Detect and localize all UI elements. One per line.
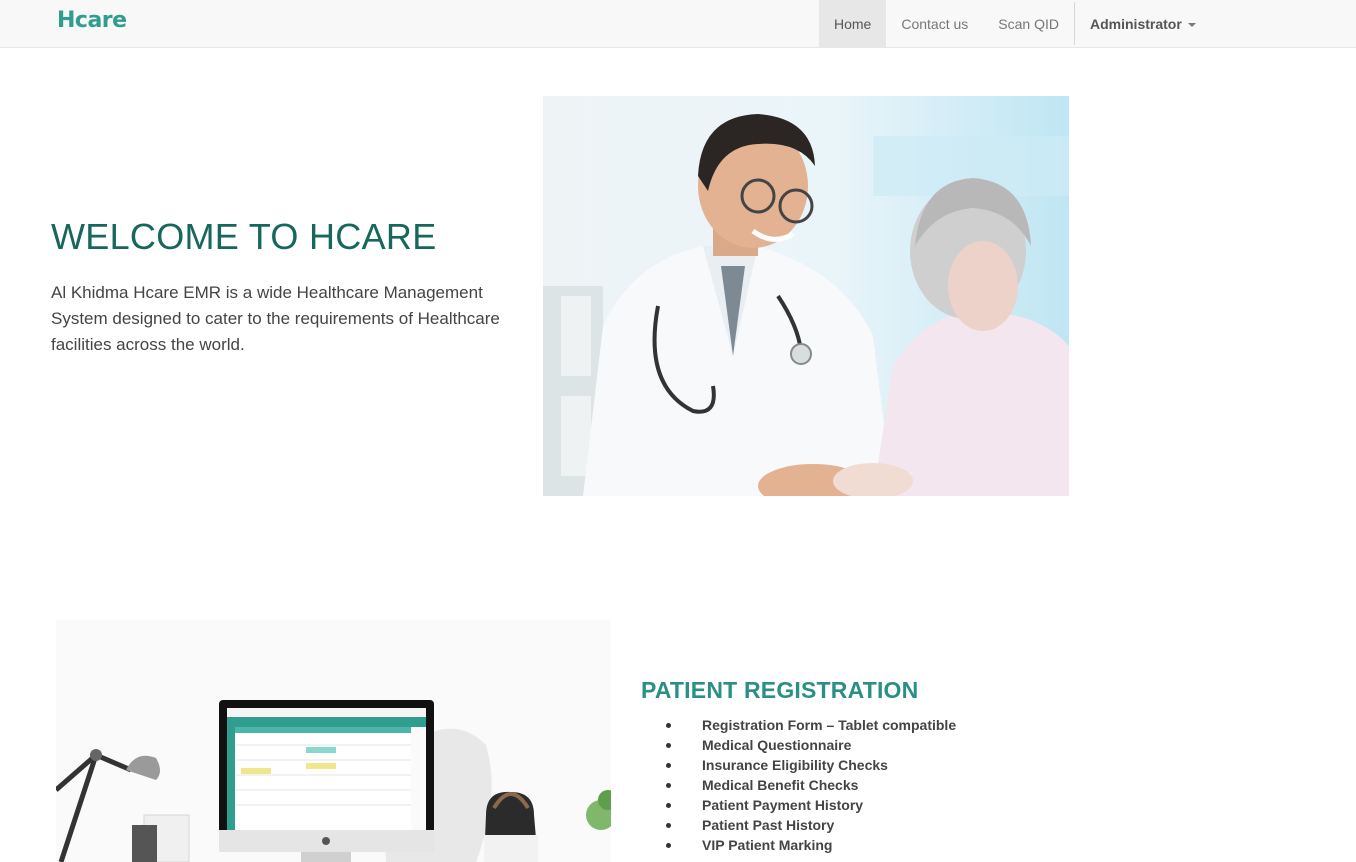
patient-registration-feature-list: Registration Form – Tablet compatible Me… (666, 715, 956, 855)
doctor-patient-illustration (543, 96, 1069, 496)
hcare-logo[interactable]: Hcare (57, 7, 127, 33)
user-menu-label: Administrator (1090, 15, 1182, 32)
hero-description: Al Khidma Hcare EMR is a wide Healthcare… (51, 283, 500, 354)
doctor-patient-image (543, 96, 1069, 496)
hero-title: WELCOME TO HCARE (51, 216, 437, 257)
nav-contact-us[interactable]: Contact us (886, 0, 983, 47)
top-navbar: Hcare Home Contact us Scan QID Administr… (0, 0, 1356, 48)
list-item: Registration Form – Tablet compatible (666, 715, 956, 735)
nav-scan-qid[interactable]: Scan QID (983, 0, 1074, 47)
list-item: Medical Benefit Checks (666, 775, 956, 795)
section-title-patient-registration: PATIENT REGISTRATION (641, 677, 919, 703)
list-item: Patient Payment History (666, 795, 956, 815)
list-item: Insurance Eligibility Checks (666, 755, 956, 775)
nav-home[interactable]: Home (819, 0, 887, 47)
list-item: Medical Questionnaire (666, 735, 956, 755)
caret-down-icon (1187, 22, 1196, 27)
user-menu-dropdown[interactable]: Administrator (1075, 0, 1211, 47)
logo-text: Hcare (57, 7, 127, 33)
list-item: Patient Past History (666, 815, 956, 835)
main-nav: Home Contact us Scan QID Administrator (819, 0, 1211, 47)
desk-computer-illustration (56, 620, 611, 862)
desk-computer-image (56, 620, 611, 862)
list-item: VIP Patient Marking (666, 835, 956, 855)
